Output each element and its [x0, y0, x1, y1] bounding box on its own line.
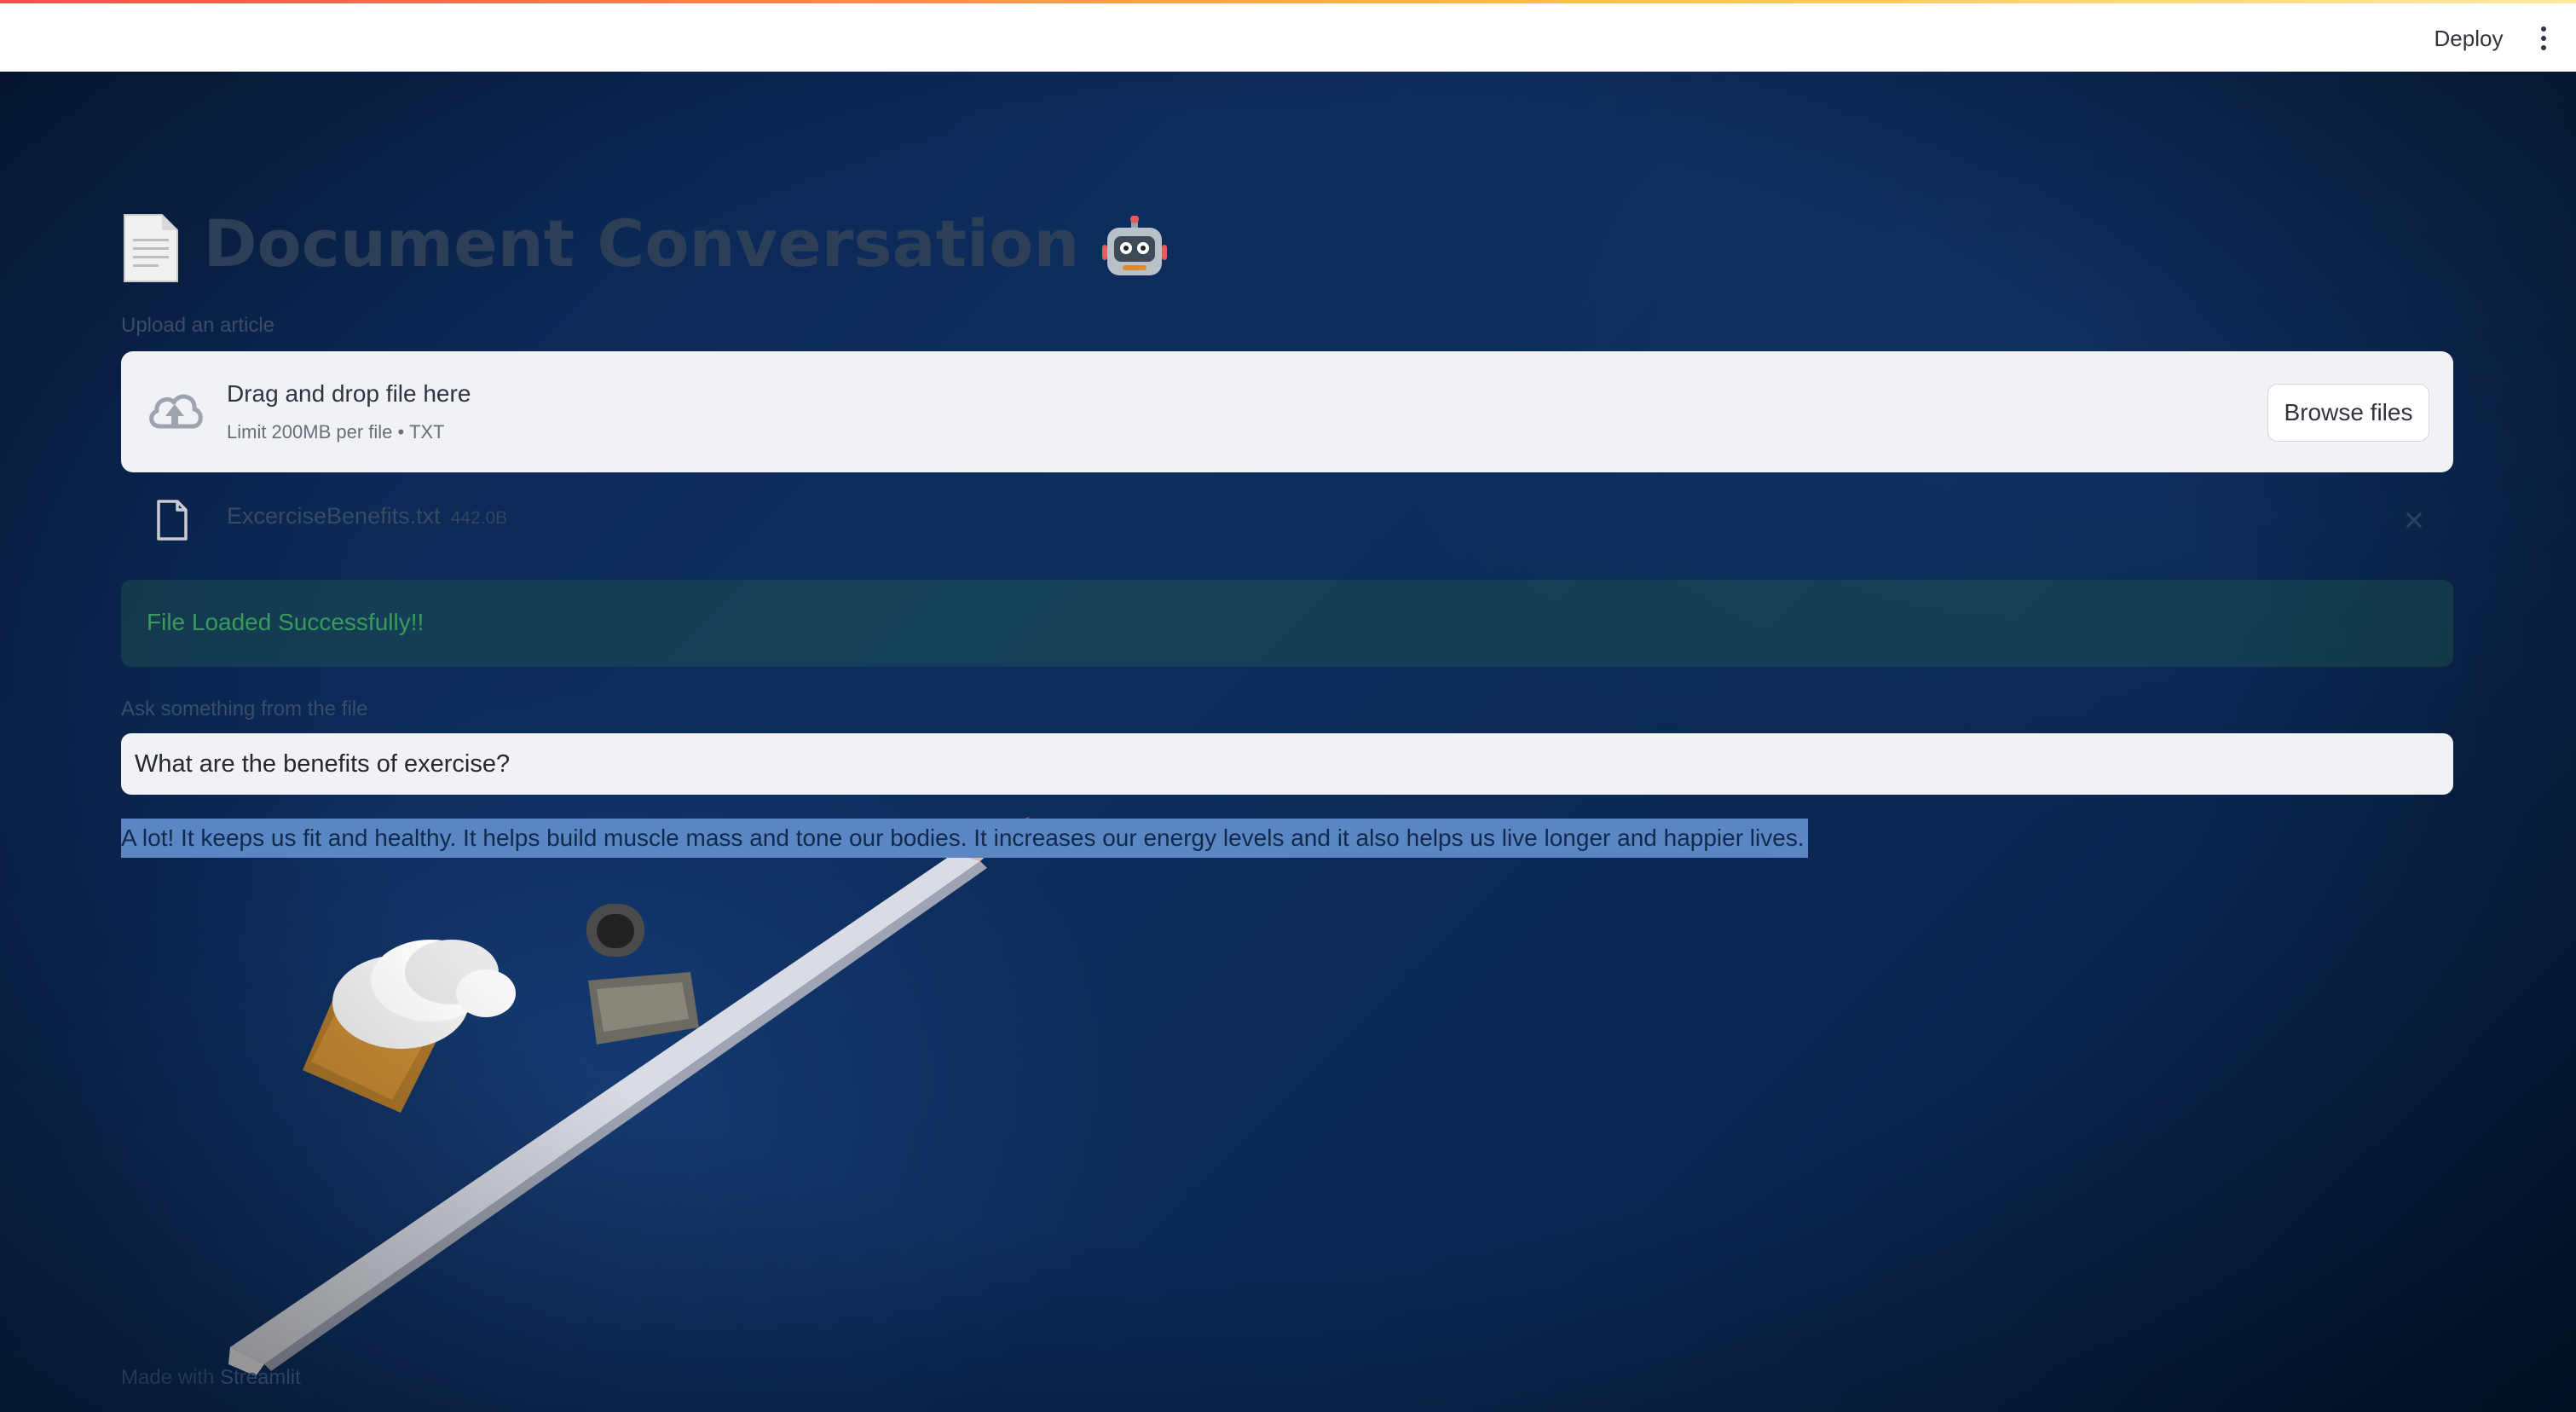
deploy-button[interactable]: Deploy: [2421, 19, 2516, 58]
answer-text: A lot! It keeps us fit and healthy. It h…: [121, 819, 1808, 858]
question-label: Ask something from the file: [121, 697, 368, 720]
success-alert: File Loaded Successfully!!: [121, 580, 2453, 667]
file-icon: [157, 500, 188, 541]
question-input[interactable]: [121, 733, 2453, 795]
dot: [2541, 45, 2546, 50]
main-menu-button[interactable]: [2528, 19, 2559, 58]
upload-label: Upload an article: [121, 314, 275, 337]
file-size: 442.0B: [450, 508, 508, 528]
cloud-upload-icon: [149, 394, 203, 429]
footer: Made with Streamlit: [121, 1366, 301, 1390]
file-dropzone[interactable]: Drag and drop file here Limit 200MB per …: [121, 351, 2453, 472]
browse-files-button[interactable]: Browse files: [2267, 384, 2429, 442]
vertical-dots-icon: [2541, 26, 2546, 32]
dropzone-limit: Limit 200MB per file • TXT: [227, 421, 445, 443]
uploaded-file-item: ExcerciseBenefits.txt 442.0B: [121, 489, 2453, 549]
close-icon: [2406, 512, 2423, 529]
success-alert-text: File Loaded Successfully!!: [147, 609, 425, 635]
page-title: Document Conversation: [121, 201, 1167, 286]
document-emoji-icon: [124, 214, 178, 282]
file-name-text: ExcerciseBenefits.txt: [227, 503, 441, 529]
app-header: Deploy: [0, 3, 2576, 72]
remove-file-button[interactable]: [2395, 501, 2433, 539]
streamlit-link[interactable]: Streamlit: [220, 1366, 301, 1389]
uploaded-file-name: ExcerciseBenefits.txt 442.0B: [227, 503, 507, 530]
footer-prefix: Made with: [121, 1366, 215, 1389]
dot: [2541, 36, 2546, 41]
page-title-text: Document Conversation: [203, 205, 1080, 281]
robot-emoji-icon: [1101, 216, 1167, 275]
dropzone-instructions: Drag and drop file here: [227, 380, 471, 407]
